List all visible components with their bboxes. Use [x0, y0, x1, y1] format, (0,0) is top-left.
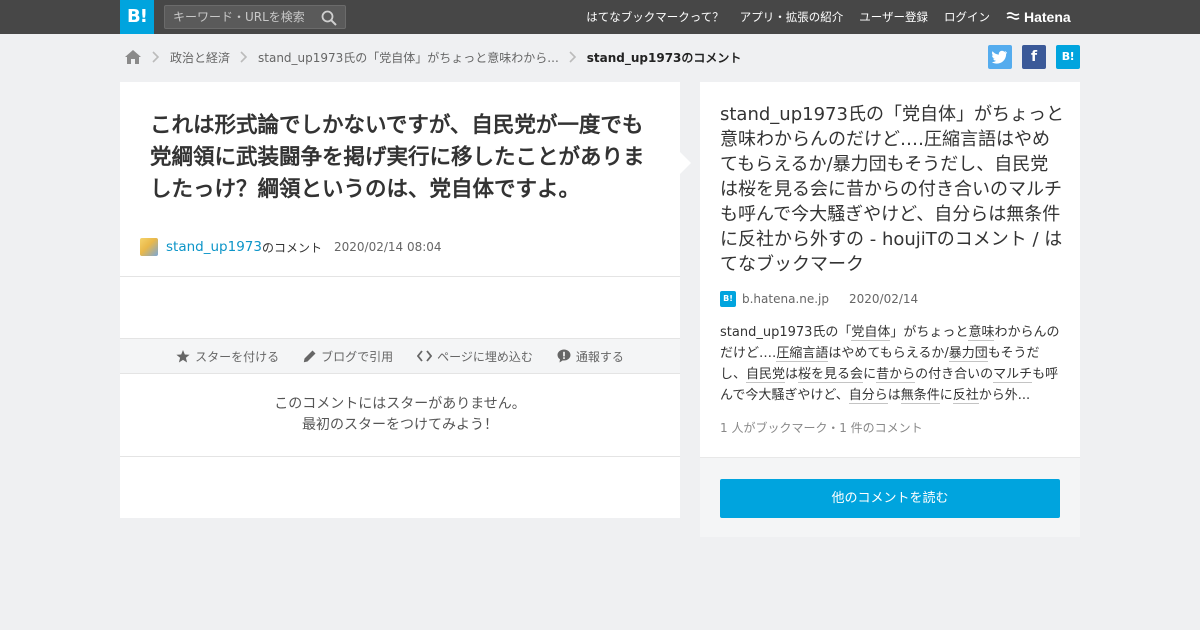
entry-meta: B! b.hatena.ne.jp 2020/02/14 [720, 290, 918, 308]
chevron-right-icon [240, 51, 248, 63]
entry-domain[interactable]: b.hatena.ne.jp [742, 292, 829, 306]
site-favicon: B! [720, 291, 736, 307]
nav-about[interactable]: はてなブックマークって？ [586, 9, 723, 25]
summary-keyword[interactable]: 意味 [968, 325, 995, 341]
home-icon[interactable] [124, 49, 142, 65]
add-star-button[interactable]: スターを付ける [176, 348, 279, 365]
embed-button[interactable]: ページに埋め込む [417, 348, 533, 365]
entry-footer: 他のコメントを読む [700, 457, 1080, 537]
report-icon [557, 349, 571, 363]
summary-text: stand_up1973氏の「 [720, 325, 852, 340]
add-star-label: スターを付ける [195, 349, 280, 364]
summary-keyword[interactable]: 圧縮言語 [776, 346, 829, 362]
breadcrumb-entry[interactable]: stand_up1973氏の「党自体」がちょっと意味わから... [258, 49, 559, 66]
hatena-label: Hatena [1024, 9, 1071, 25]
entry-title[interactable]: stand_up1973氏の「党自体」がちょっと意味わからんのだけど‥‥圧縮言語… [720, 102, 1064, 277]
top-nav: はてなブックマークって？ アプリ・拡張の紹介 ユーザー登録 ログイン [570, 0, 990, 34]
facebook-share-button[interactable]: f [1022, 45, 1046, 69]
summary-keyword[interactable]: 昔から [876, 367, 916, 383]
summary-text: は [887, 388, 901, 403]
summary-text: から外... [978, 388, 1031, 403]
search-input[interactable] [165, 6, 315, 28]
avatar[interactable] [140, 238, 158, 256]
summary-keyword[interactable]: 自分ら [848, 388, 888, 404]
no-stars-line2: 最初のスターをつけてみよう！ [302, 417, 498, 433]
nav-apps[interactable]: アプリ・拡張の紹介 [740, 9, 844, 25]
nav-register[interactable]: ユーザー登録 [859, 9, 928, 25]
bookmark-counts[interactable]: 1 人がブックマーク・1 件のコメント [720, 419, 923, 436]
nav-login[interactable]: ログイン [944, 9, 990, 25]
breadcrumb: 政治と経済 stand_up1973氏の「党自体」がちょっと意味わから... s… [124, 46, 741, 68]
blog-quote-label: ブログで引用 [321, 349, 394, 364]
report-label: 通報する [575, 349, 624, 364]
twitter-icon [992, 50, 1007, 64]
comment-suffix: のコメント [261, 240, 322, 255]
pencil-icon [303, 350, 316, 362]
comment-date[interactable]: 2020/02/14 08:04 [334, 240, 442, 254]
summary-text: はやめてもらえるか/ [828, 346, 949, 361]
no-stars-message: このコメントにはスターがありません。 最初のスターをつけてみよう！ [120, 394, 680, 436]
summary-keyword[interactable]: 無条件 [900, 388, 940, 404]
report-button[interactable]: 通報する [557, 348, 624, 365]
read-other-comments-button[interactable]: 他のコメントを読む [720, 479, 1060, 518]
top-bar: B! はてなブックマークって？ アプリ・拡張の紹介 ユーザー登録 ログイン Ha… [0, 0, 1200, 34]
summary-text: の付き合いの [915, 367, 994, 382]
summary-text: に [863, 367, 877, 382]
summary-keyword[interactable]: マルチ [993, 367, 1033, 383]
comment-body: これは形式論でしかないですが、自民党が一度でも党綱領に武装闘争を掲げ実行に移した… [150, 113, 645, 202]
chevron-right-icon [152, 51, 160, 63]
summary-keyword[interactable]: 反社 [952, 388, 979, 404]
action-bar: スターを付ける ブログで引用 ページに埋め込む 通報する [120, 338, 680, 374]
hatena-bookmark-logo[interactable]: B! [120, 0, 154, 34]
summary-keyword[interactable]: 党自体 [851, 325, 891, 341]
entry-summary: stand_up1973氏の「党自体」がちょっと意味わからんのだけど‥‥圧縮言語… [720, 322, 1062, 406]
blog-quote-button[interactable]: ブログで引用 [303, 348, 393, 365]
summary-text: は [785, 367, 799, 382]
embed-label: ページに埋め込む [437, 349, 533, 364]
chevron-right-icon [569, 51, 576, 63]
summary-keyword[interactable]: 暴力団 [948, 346, 988, 362]
breadcrumb-category[interactable]: 政治と経済 [170, 49, 230, 66]
hatena-wave-icon [1006, 12, 1020, 20]
comment-meta: stand_up1973 のコメント 2020/02/14 08:04 [140, 236, 442, 258]
entry-card: stand_up1973氏の「党自体」がちょっと意味わからんのだけど‥‥圧縮言語… [700, 82, 1080, 537]
entry-date: 2020/02/14 [849, 292, 919, 306]
comment-card: これは形式論でしかないですが、自民党が一度でも党綱領に武装闘争を掲げ実行に移した… [120, 82, 680, 518]
summary-keyword[interactable]: 桜を見る会 [798, 367, 864, 383]
comment-username[interactable]: stand_up1973 [166, 239, 262, 255]
divider [120, 456, 680, 457]
no-stars-line1: このコメントにはスターがありません。 [274, 396, 526, 412]
summary-text: 」がちょっと [890, 325, 969, 340]
breadcrumb-current: stand_up1973のコメント [586, 50, 742, 65]
search-icon[interactable] [321, 10, 337, 26]
hatebu-share-button[interactable]: B! [1056, 45, 1080, 69]
divider [120, 276, 680, 277]
summary-keyword[interactable]: 自民党 [746, 367, 786, 383]
code-icon [417, 350, 433, 362]
star-icon [176, 349, 190, 362]
twitter-share-button[interactable] [988, 45, 1012, 69]
search-box[interactable] [164, 5, 346, 29]
hatena-logo[interactable]: Hatena [1006, 8, 1071, 26]
summary-text: に [939, 388, 953, 403]
speech-pointer [680, 152, 691, 174]
